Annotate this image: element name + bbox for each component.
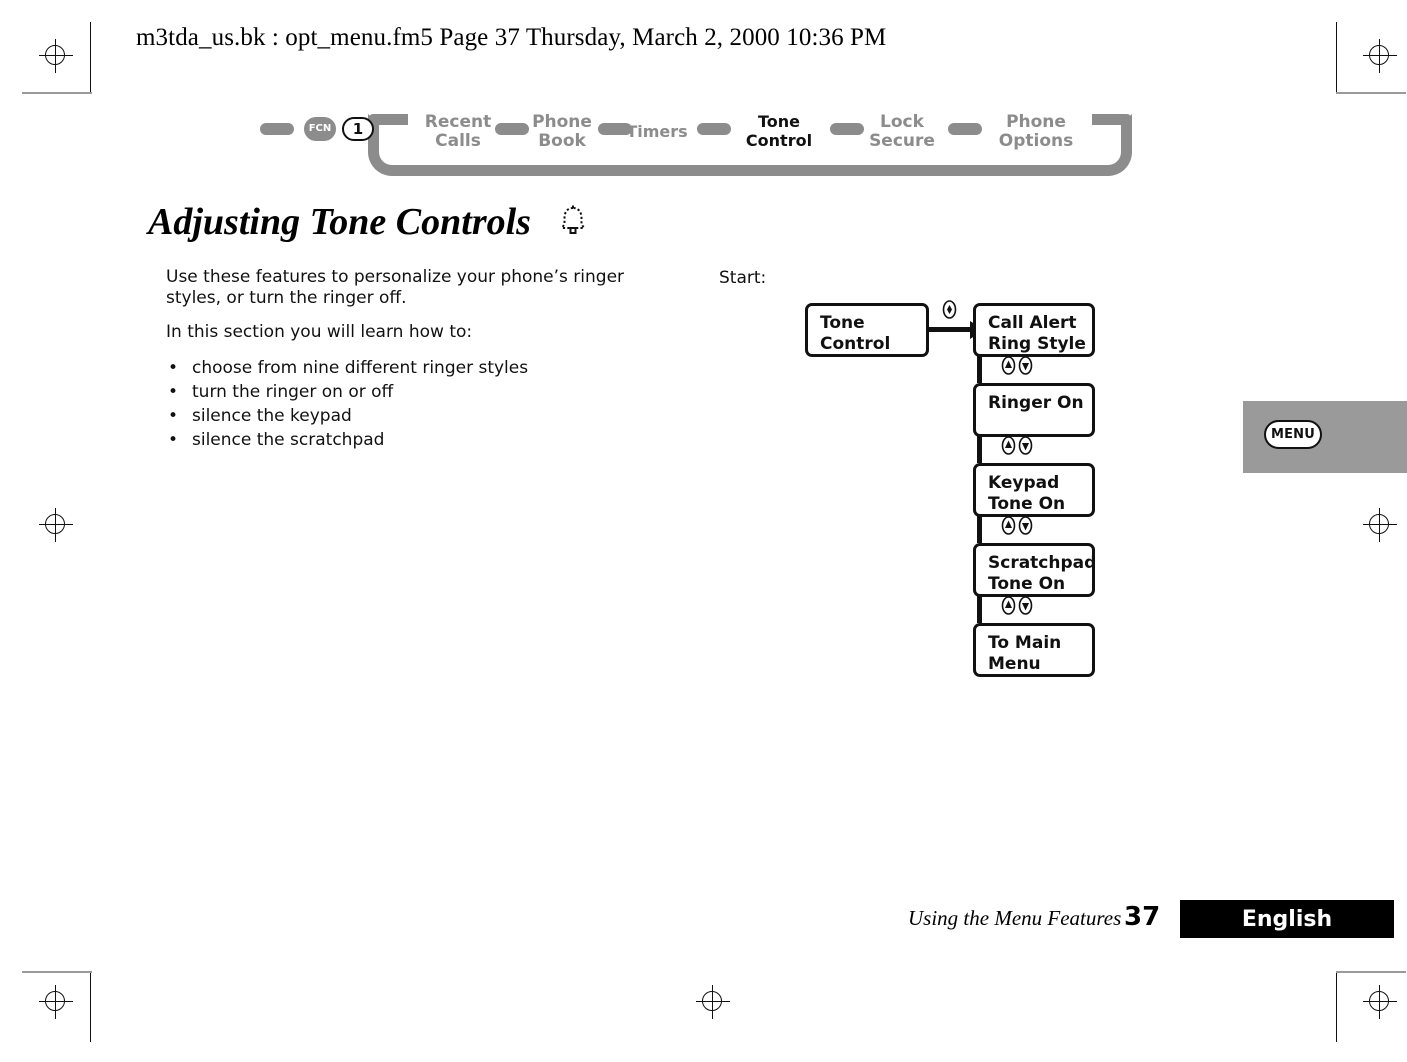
breadcrumb-key-1[interactable]: 1: [342, 117, 374, 141]
list-item-label: turn the ringer on or off: [192, 382, 394, 402]
lead-in-paragraph: In this section you will learn how to:: [166, 322, 473, 342]
breadcrumb-dash-3: [697, 123, 731, 135]
up-key-icon: [1001, 436, 1016, 455]
list-item-label: silence the scratchpad: [192, 430, 385, 450]
breadcrumb-dash-0: [260, 123, 294, 135]
footer-section-title: Using the Menu Features: [908, 906, 1122, 930]
registration-mark-right-middle: [1363, 508, 1397, 542]
breadcrumb-item-recent-calls[interactable]: Recent Calls: [410, 113, 506, 151]
menu-side-tab: MENU: [1243, 401, 1407, 473]
list-item: • silence the keypad: [166, 404, 676, 428]
breadcrumb: FCN 1 Recent Calls Phone Book Timers Ton…: [250, 100, 1150, 185]
flowchart-box-scratchpad-tone-on: Scratchpad Tone On: [973, 543, 1096, 597]
up-key-icon: [1001, 596, 1016, 615]
language-badge-label: English: [1241, 906, 1333, 932]
list-item-label: choose from nine different ringer styles: [192, 358, 529, 378]
body-column: Use these features to personalize your p…: [166, 267, 676, 452]
crop-mark-right-vertical: [1336, 22, 1337, 92]
menu-button[interactable]: MENU: [1264, 420, 1322, 449]
bullet-marker: •: [168, 406, 179, 426]
page-canvas: m3tda_us.bk : opt_menu.fm5 Page 37 Thurs…: [0, 0, 1407, 1062]
registration-mark-bottom-right: [1363, 985, 1397, 1019]
bullet-marker: •: [168, 430, 179, 450]
crop-mark-right-bottom-vertical: [1336, 972, 1337, 1042]
list-item: • turn the ringer on or off: [166, 380, 676, 404]
flowchart-box-keypad-tone-on: Keypad Tone On: [973, 463, 1095, 517]
breadcrumb-key-fcn[interactable]: FCN: [304, 117, 336, 141]
flowchart-start-label: Start:: [719, 268, 767, 288]
up-key-icon: [1001, 356, 1016, 375]
registration-mark-bottom-center: [696, 985, 730, 1019]
breadcrumb-item-timers[interactable]: Timers: [620, 122, 694, 141]
list-item-label: silence the keypad: [192, 406, 352, 426]
bell-icon: [556, 203, 590, 237]
flowchart-connector-1: [977, 353, 982, 383]
flowchart-box-tone-control: Tone Control: [805, 303, 929, 357]
flowchart-box-ringer-on: Ringer On: [973, 383, 1095, 437]
crop-mark-top-left-horizontal: [22, 92, 92, 94]
intro-paragraph: Use these features to personalize your p…: [166, 267, 625, 308]
breadcrumb-pipe-left-cap: [368, 114, 408, 125]
flowchart: Tone Control Call Alert Ring Style Ringe…: [790, 295, 1110, 695]
bullet-marker: •: [168, 358, 179, 378]
crop-mark-bottom-left-horizontal: [22, 971, 92, 973]
flowchart-connector-3: [977, 513, 982, 543]
breadcrumb-item-phone-book[interactable]: Phone Book: [518, 113, 606, 151]
down-key-icon: [1018, 596, 1033, 615]
flowchart-arrow-line: [929, 327, 973, 332]
page-number: 37: [1124, 902, 1161, 932]
crop-mark-top-right-horizontal: [1336, 92, 1406, 94]
down-key-icon: [1018, 516, 1033, 535]
flowchart-connector-4: [977, 593, 982, 623]
crop-mark-left-bottom-vertical: [90, 972, 91, 1042]
bullet-marker: •: [168, 382, 179, 402]
language-badge: English: [1180, 900, 1394, 938]
document-header-line: m3tda_us.bk : opt_menu.fm5 Page 37 Thurs…: [136, 24, 887, 51]
page-title: Adjusting Tone Controls: [148, 201, 531, 243]
breadcrumb-item-phone-options[interactable]: Phone Options: [985, 113, 1087, 151]
breadcrumb-item-tone-control[interactable]: Tone Control: [728, 112, 830, 150]
breadcrumb-pipe-right-cap: [1092, 114, 1132, 125]
registration-mark-bottom-left: [39, 985, 73, 1019]
breadcrumb-item-lock-secure[interactable]: Lock Secure: [858, 113, 946, 151]
up-key-icon: [1001, 516, 1016, 535]
registration-mark-top-left: [39, 39, 73, 73]
down-key-icon: [1018, 436, 1033, 455]
flowchart-box-call-alert-ring-style: Call Alert Ring Style: [973, 303, 1095, 357]
flowchart-connector-2: [977, 433, 982, 463]
down-key-icon: [1018, 356, 1033, 375]
registration-mark-top-right: [1363, 39, 1397, 73]
crop-mark-left-vertical: [90, 22, 91, 92]
flowchart-box-to-main-menu: To Main Menu: [973, 623, 1095, 677]
breadcrumb-dash-5: [948, 123, 982, 135]
crop-mark-bottom-right-horizontal: [1336, 971, 1406, 973]
registration-mark-left-middle: [39, 508, 73, 542]
list-item: • choose from nine different ringer styl…: [166, 356, 676, 380]
list-item: • silence the scratchpad: [166, 428, 676, 452]
select-key-icon: [942, 300, 957, 319]
